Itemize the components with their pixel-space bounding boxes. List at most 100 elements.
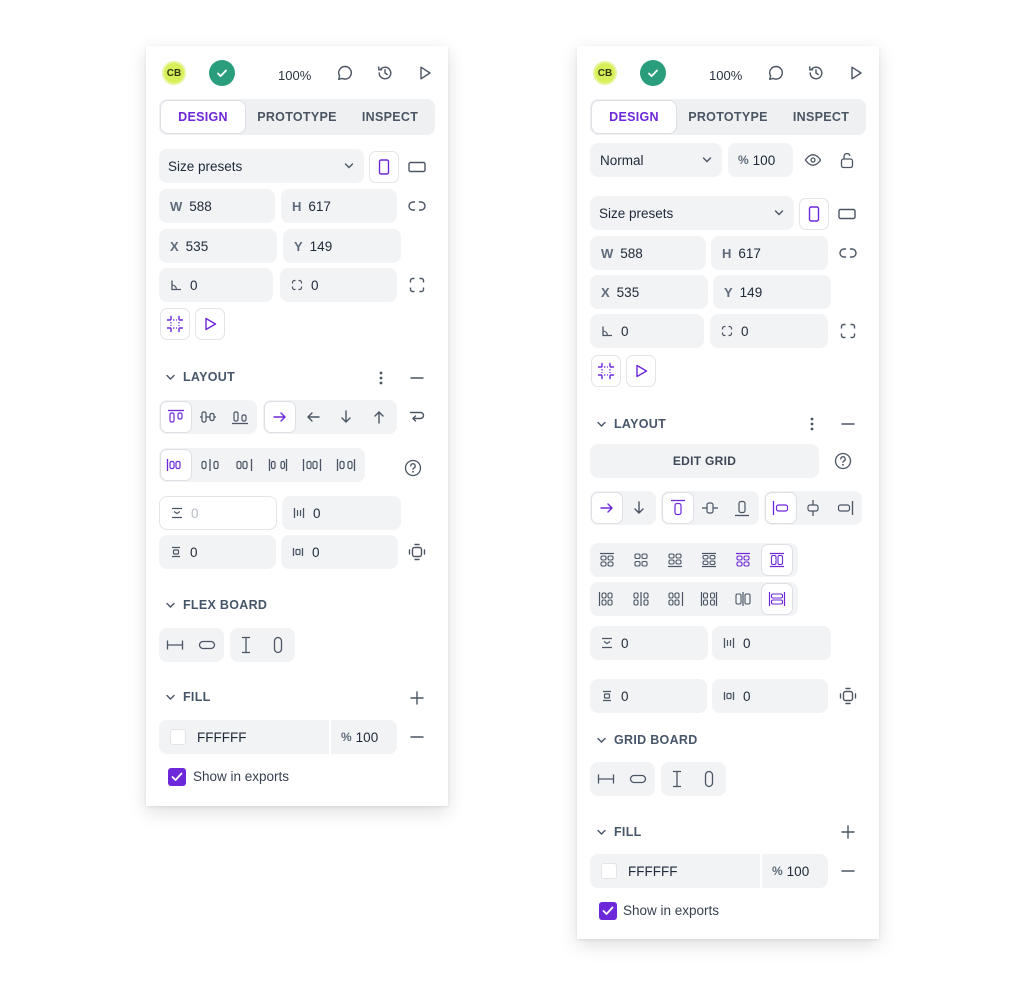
direction-row-reverse-button[interactable] [297, 401, 329, 433]
x-position-field[interactable]: X 535 [590, 275, 708, 309]
tab-inspect[interactable]: INSPECT [347, 101, 433, 133]
edit-grid-button[interactable]: EDIT GRID [590, 444, 819, 478]
align-content-end-button[interactable] [659, 544, 691, 576]
justify-space-around-button[interactable] [296, 449, 328, 481]
help-icon[interactable] [834, 452, 852, 470]
horizontal-padding-field[interactable]: 0 [281, 535, 398, 569]
show-in-view-mode-button[interactable] [195, 308, 225, 340]
zoom-level[interactable]: 100% [709, 68, 742, 83]
fix-height-button[interactable] [230, 629, 262, 661]
remove-fill-icon[interactable] [841, 869, 855, 873]
fill-width-button[interactable] [622, 763, 654, 795]
justify-content-space-around-button[interactable] [727, 583, 759, 615]
history-icon[interactable] [807, 64, 825, 82]
justify-content-center-button[interactable] [625, 583, 657, 615]
fix-height-button[interactable] [661, 763, 693, 795]
x-position-field[interactable]: X 535 [159, 229, 277, 263]
vertical-padding-field[interactable]: 0 [590, 679, 707, 713]
justify-end-button[interactable] [829, 492, 861, 524]
fill-height-button[interactable] [262, 629, 294, 661]
height-field[interactable]: H 617 [281, 189, 397, 223]
direction-row-button[interactable] [264, 401, 296, 433]
justify-content-end-button[interactable] [659, 583, 691, 615]
landscape-orientation-button[interactable] [832, 198, 862, 230]
tab-prototype[interactable]: PROTOTYPE [682, 101, 774, 133]
add-fill-icon[interactable] [841, 825, 855, 839]
justify-center-button[interactable] [797, 492, 829, 524]
width-field[interactable]: W 588 [590, 236, 706, 270]
remove-layout-icon[interactable] [841, 422, 855, 426]
independent-padding-icon[interactable] [839, 687, 857, 705]
fill-color-swatch[interactable] [170, 729, 186, 745]
size-presets-select[interactable]: Size presets [590, 196, 794, 230]
radius-field[interactable]: 0 [280, 268, 397, 302]
width-field[interactable]: W 588 [159, 189, 275, 223]
fill-color-field[interactable]: FFFFFF [159, 720, 329, 754]
column-gap-field[interactable]: 0 [712, 626, 831, 660]
align-end-button[interactable] [726, 492, 758, 524]
fill-height-button[interactable] [693, 763, 725, 795]
more-options-icon[interactable] [378, 370, 384, 386]
layout-section-header[interactable]: LAYOUT [597, 417, 666, 431]
more-options-icon[interactable] [809, 416, 815, 432]
fill-opacity-field[interactable]: % 100 [331, 720, 397, 754]
blend-mode-select[interactable]: Normal [590, 143, 722, 177]
comments-icon[interactable] [767, 64, 785, 82]
play-icon[interactable] [847, 64, 865, 82]
layer-opacity-field[interactable]: % 100 [728, 143, 793, 177]
history-icon[interactable] [376, 64, 394, 82]
row-gap-field[interactable]: 0 [159, 496, 277, 530]
tab-inspect[interactable]: INSPECT [778, 101, 864, 133]
height-field[interactable]: H 617 [711, 236, 828, 270]
grid-board-section-header[interactable]: GRID BOARD [597, 733, 698, 747]
help-icon[interactable] [404, 459, 422, 477]
radius-field[interactable]: 0 [710, 314, 828, 348]
justify-start-button[interactable] [765, 492, 797, 524]
comments-icon[interactable] [336, 64, 354, 82]
align-content-stretch-button[interactable] [761, 544, 793, 576]
tab-prototype[interactable]: PROTOTYPE [251, 101, 343, 133]
size-presets-select[interactable]: Size presets [159, 149, 364, 183]
y-position-field[interactable]: Y 149 [283, 229, 401, 263]
justify-space-evenly-button[interactable] [330, 449, 362, 481]
justify-content-start-button[interactable] [591, 583, 623, 615]
grid-direction-row-button[interactable] [591, 492, 623, 524]
fill-section-header[interactable]: FILL [597, 825, 642, 839]
direction-column-button[interactable] [330, 401, 362, 433]
align-start-button[interactable] [160, 401, 192, 433]
rotation-field[interactable]: 0 [159, 268, 273, 302]
align-content-start-button[interactable] [591, 544, 623, 576]
wrap-icon[interactable] [409, 410, 425, 424]
justify-center-button[interactable] [194, 449, 226, 481]
user-avatar[interactable]: CB [162, 61, 186, 85]
independent-corners-icon[interactable] [409, 277, 425, 293]
align-content-center-button[interactable] [625, 544, 657, 576]
play-icon[interactable] [416, 64, 434, 82]
justify-content-stretch-button[interactable] [761, 583, 793, 615]
portrait-orientation-button[interactable] [799, 198, 829, 230]
column-gap-field[interactable]: 0 [282, 496, 401, 530]
align-content-space-between-button[interactable] [693, 544, 725, 576]
show-in-view-mode-button[interactable] [626, 355, 656, 387]
align-center-button[interactable] [192, 401, 224, 433]
fix-width-button[interactable] [590, 763, 622, 795]
fill-section-header[interactable]: FILL [166, 690, 211, 704]
portrait-orientation-button[interactable] [369, 151, 399, 183]
row-gap-field[interactable]: 0 [590, 626, 708, 660]
tab-design[interactable]: DESIGN [592, 101, 676, 133]
show-in-exports-checkbox[interactable] [599, 902, 617, 920]
align-center-button[interactable] [694, 492, 726, 524]
align-end-button[interactable] [224, 401, 256, 433]
fix-width-button[interactable] [159, 629, 191, 661]
independent-corners-icon[interactable] [840, 323, 856, 339]
justify-space-between-button[interactable] [262, 449, 294, 481]
flex-board-section-header[interactable]: FLEX BOARD [166, 598, 267, 612]
align-content-space-around-button[interactable] [727, 544, 759, 576]
clip-content-button[interactable] [591, 355, 621, 387]
horizontal-padding-field[interactable]: 0 [712, 679, 828, 713]
vertical-padding-field[interactable]: 0 [159, 535, 276, 569]
rotation-field[interactable]: 0 [590, 314, 704, 348]
remove-layout-icon[interactable] [410, 376, 424, 380]
fill-opacity-field[interactable]: % 100 [762, 854, 828, 888]
landscape-orientation-button[interactable] [402, 151, 432, 183]
